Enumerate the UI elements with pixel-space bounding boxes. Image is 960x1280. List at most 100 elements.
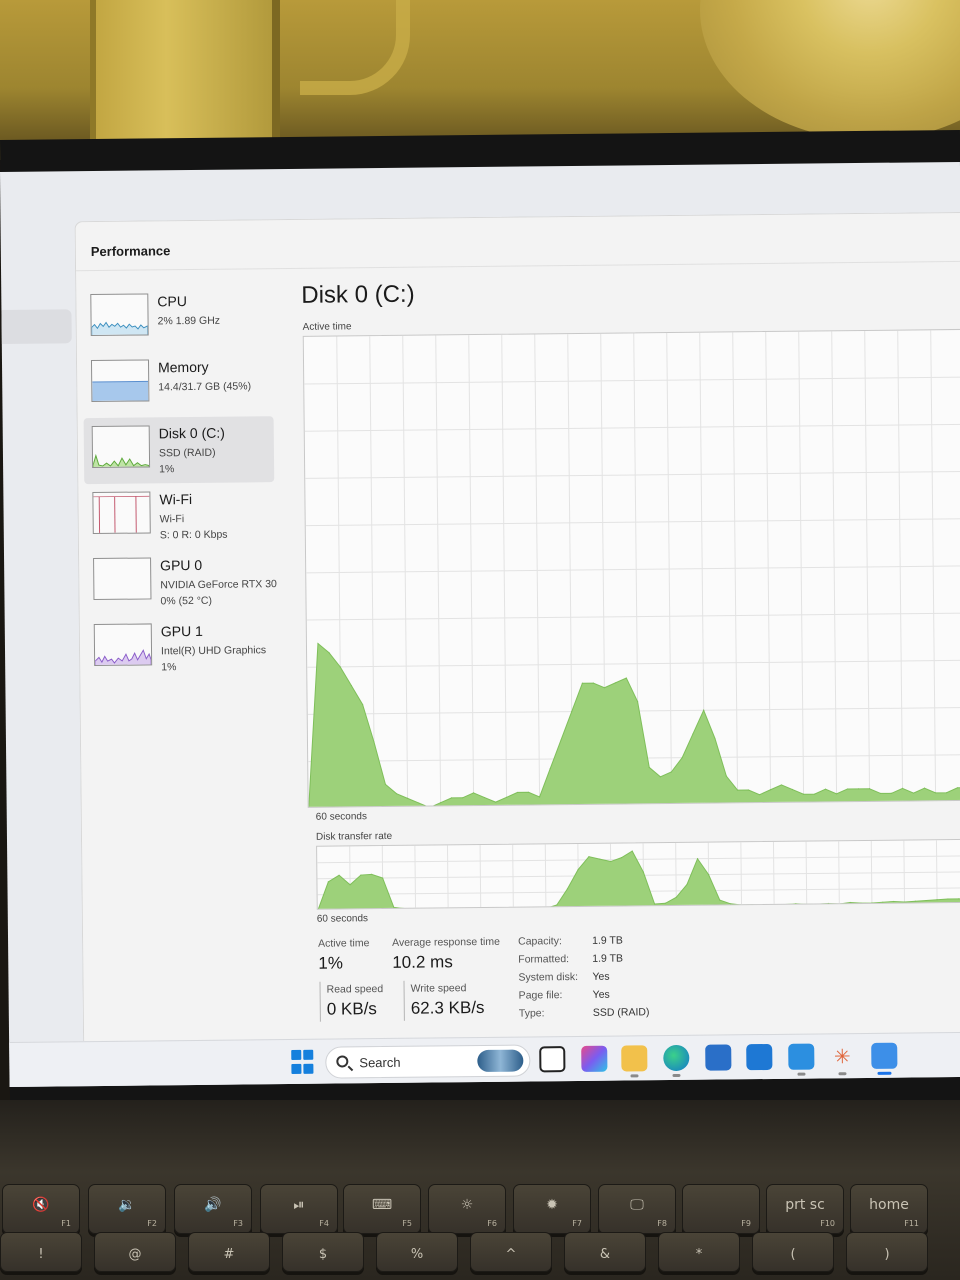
key-glyph: ⌨ (371, 1197, 393, 1213)
read-speed-value: 0 KB/s (326, 999, 377, 1019)
perf-item-gpu-0[interactable]: GPU 0 NVIDIA GeForce RTX 30 0% (52 °C) (85, 548, 277, 616)
key-f5[interactable]: ⌨ F5 (343, 1184, 421, 1234)
data-point (501, 908, 504, 910)
perf-item-name: GPU 1 (160, 622, 203, 640)
key-number-row[interactable]: @ (94, 1232, 176, 1272)
key-glyph: ⏯ (293, 1197, 305, 1213)
key-glyph: ) (884, 1247, 890, 1262)
key-f2[interactable]: 🔉 F2 (88, 1184, 166, 1234)
key-glyph: # (223, 1247, 235, 1262)
type-value: SSD (RAID) (592, 1006, 650, 1019)
key-number-row[interactable]: ^ (470, 1232, 552, 1272)
grid-line-horizontal (306, 612, 960, 621)
data-point (447, 908, 449, 910)
grid-line-horizontal (306, 565, 960, 574)
grid-line-horizontal (307, 659, 960, 668)
key-fn-label: F1 (61, 1219, 71, 1228)
file-explorer-icon[interactable] (621, 1045, 648, 1078)
windows-start-icon[interactable] (289, 1049, 315, 1075)
data-point (414, 908, 417, 910)
perf-item-memory[interactable]: Memory 14.4/31.7 GB (45%) (83, 350, 274, 418)
task-manager-window: Performance CPU 2% 1.89 GHz Memory 14.4/… (74, 211, 960, 1042)
data-point (425, 908, 428, 910)
perf-item-disk-0[interactable]: Disk 0 (C:) SSD (RAID) 1% (83, 416, 275, 485)
outlook-icon[interactable] (746, 1043, 773, 1071)
key-f8[interactable]: 🖵 F8 (598, 1184, 676, 1234)
key-glyph: $ (318, 1247, 328, 1262)
data-point (512, 908, 514, 910)
search-label: Search (359, 1054, 401, 1071)
key-number-row[interactable]: ) (846, 1232, 928, 1272)
key-number-row[interactable]: * (658, 1232, 740, 1272)
data-point (751, 904, 754, 906)
read-speed-divider (319, 981, 321, 1022)
key-glyph: & (599, 1247, 611, 1262)
copilot-m365-icon[interactable] (581, 1045, 608, 1072)
active-time-graph (302, 328, 960, 808)
key-number-row[interactable]: & (564, 1232, 646, 1272)
data-point (740, 904, 743, 906)
microsoft-store-icon[interactable] (705, 1044, 732, 1071)
key-f4[interactable]: ⏯ F4 (260, 1184, 338, 1234)
grid-line-horizontal (317, 855, 960, 864)
key-f9[interactable]: F9 (682, 1184, 760, 1234)
key-f10[interactable]: prt sc F10 (766, 1184, 844, 1234)
write-speed-divider (403, 980, 405, 1021)
perf-item-wifi[interactable]: Wi-Fi Wi-Fi S: 0 R: 0 Kbps (84, 482, 275, 550)
task-manager-icon[interactable] (871, 1042, 898, 1075)
data-point (534, 907, 536, 910)
taskbar-search[interactable]: Search (325, 1044, 531, 1079)
active-time-chart (304, 330, 960, 808)
perf-item-cpu[interactable]: CPU 2% 1.89 GHz (82, 284, 273, 352)
claude-icon[interactable]: ✳ (829, 1043, 855, 1076)
gpu0-thumbnail-graph (93, 557, 152, 601)
edge-icon[interactable] (663, 1044, 690, 1078)
perf-item-detail: 2% 1.89 GHz (157, 314, 221, 328)
key-f6[interactable]: ☼ F6 (428, 1184, 506, 1234)
type-key: Type: (518, 1007, 545, 1020)
key-glyph: 🔉 (118, 1197, 136, 1213)
data-point (404, 907, 406, 910)
grid-line-horizontal (304, 423, 960, 432)
background-pipe (300, 0, 410, 95)
data-point (436, 908, 438, 910)
data-point (545, 907, 547, 909)
key-fn-label: F3 (233, 1219, 243, 1228)
key-f1[interactable]: 🔇 F1 (2, 1184, 80, 1234)
transfer-rate-chart (317, 840, 960, 910)
data-point (817, 903, 819, 905)
write-speed-label: Write speed (410, 982, 467, 995)
key-number-row[interactable]: ( (752, 1232, 834, 1272)
key-fn-label: F8 (657, 1219, 667, 1228)
formatted-key: Formatted: (518, 953, 570, 966)
avg-response-stat-label: Average response time (392, 935, 500, 949)
key-number-row[interactable]: $ (282, 1232, 364, 1272)
key-f7[interactable]: ✹ F7 (513, 1184, 591, 1234)
key-glyph: prt sc (785, 1197, 825, 1213)
key-glyph: % (410, 1247, 424, 1262)
laptop-screen: Performance CPU 2% 1.89 GHz Memory 14.4/… (0, 161, 960, 1087)
key-glyph: ☼ (460, 1197, 474, 1213)
transfer-rate-window-label: 60 seconds (316, 913, 369, 925)
data-point (806, 903, 808, 905)
background-door (90, 0, 280, 150)
cpu-thumbnail-graph (90, 293, 149, 337)
key-fn-label: F6 (487, 1219, 497, 1228)
key-number-row[interactable]: # (188, 1232, 270, 1272)
nav-rail-selected[interactable] (1, 309, 72, 344)
data-point (784, 903, 786, 906)
key-f3[interactable]: 🔊 F3 (174, 1184, 252, 1234)
key-glyph: ✹ (546, 1197, 558, 1213)
task-view-icon[interactable] (539, 1046, 566, 1073)
laptop-keyboard: 🔇 F1 🔉 F2 🔊 F3 ⏯ F4 ⌨ F5 ☼ F6 ✹ F7 🖵 F8 F9 prt sc F10 home F… (0, 1100, 960, 1280)
key-glyph: @ (128, 1247, 142, 1262)
key-number-row[interactable]: ! (0, 1232, 82, 1272)
key-f11[interactable]: home F11 (850, 1184, 928, 1234)
perf-item-gpu-1[interactable]: GPU 1 Intel(R) UHD Graphics 1% (86, 614, 277, 682)
write-speed-value: 62.3 KB/s (410, 997, 485, 1018)
performance-list: CPU 2% 1.89 GHz Memory 14.4/31.7 GB (45%… (82, 284, 277, 682)
key-number-row[interactable]: % (376, 1232, 458, 1272)
memory-thumbnail-graph (90, 359, 150, 403)
key-fn-label: F2 (147, 1219, 157, 1228)
teams-icon[interactable] (788, 1043, 815, 1076)
